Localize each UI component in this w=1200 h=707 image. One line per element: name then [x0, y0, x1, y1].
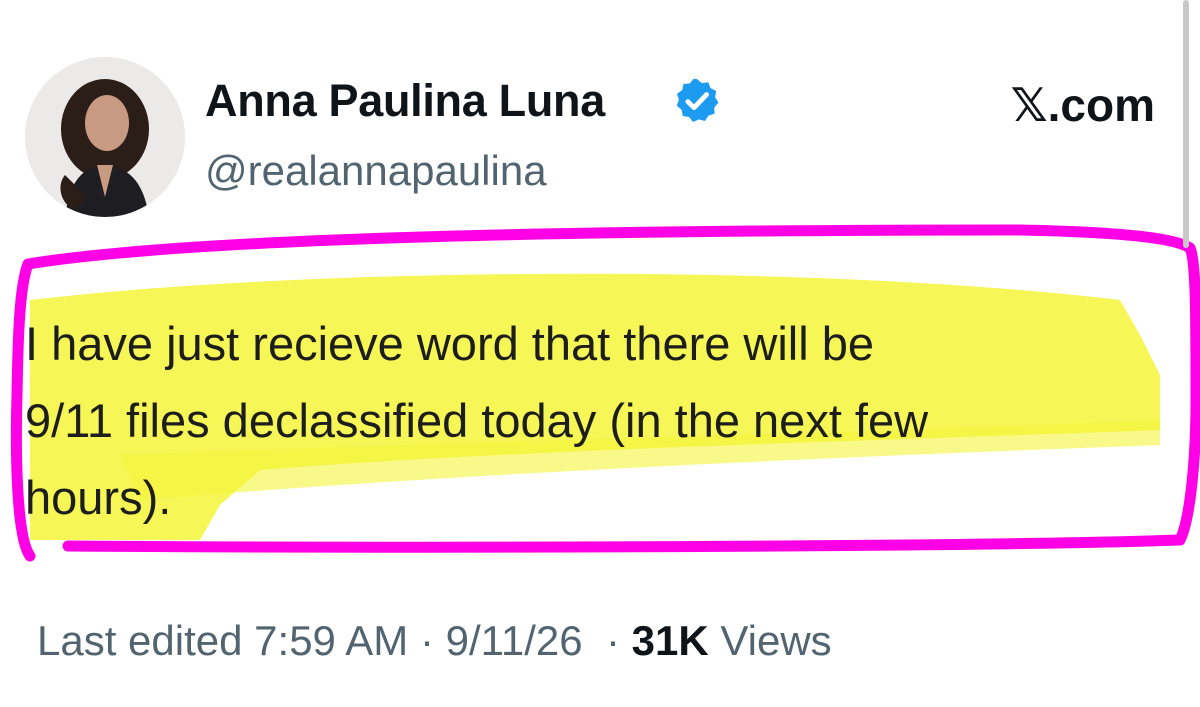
tweet-metadata: Last edited 7:59 AM · 9/11/26 · 31K View…: [37, 620, 832, 662]
x-logo[interactable]: 𝕏.com: [1011, 82, 1155, 128]
verified-badge-icon: [676, 78, 719, 123]
author-handle[interactable]: @realannapaulina: [205, 150, 547, 192]
edited-label[interactable]: Last edited: [37, 617, 243, 664]
edited-date[interactable]: 9/11/26: [446, 617, 583, 664]
separator: ·: [605, 617, 620, 664]
avatar[interactable]: [25, 57, 185, 217]
views-count[interactable]: 31K: [632, 617, 709, 664]
tweet-screenshot: Anna Paulina Luna @realannapaulina 𝕏.com…: [0, 0, 1200, 707]
tweet-text: I have just recieve word that there will…: [25, 317, 929, 524]
scrollbar[interactable]: [1183, 0, 1189, 248]
separator: [594, 617, 606, 664]
edited-time[interactable]: 7:59 AM: [254, 617, 408, 664]
author-display-name[interactable]: Anna Paulina Luna: [205, 78, 605, 123]
profile-photo: [25, 57, 185, 217]
separator: ·: [419, 617, 434, 664]
views-label: Views: [720, 617, 832, 664]
